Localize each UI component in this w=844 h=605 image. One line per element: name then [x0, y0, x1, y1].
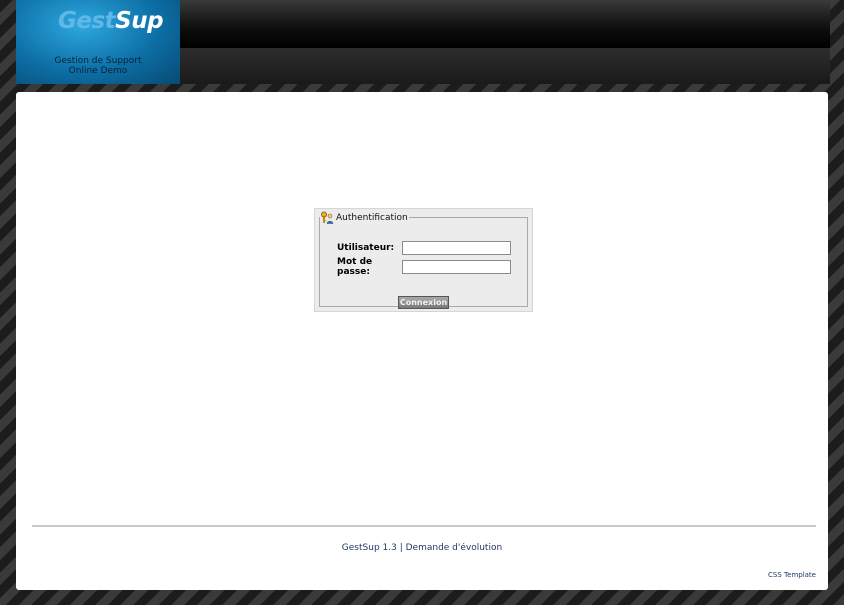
logo-title-sup: Sup [115, 8, 164, 34]
footer: GestSup 1.3 | Demande d'évolution [16, 543, 828, 553]
user-label: Utilisateur: [337, 243, 395, 253]
connexion-button[interactable]: Connexion [398, 296, 449, 309]
logo-subtitle: Gestion de Support Online Demo [16, 56, 180, 76]
auth-legend-text: Authentification [336, 212, 408, 223]
logo-title: GestSup [58, 8, 164, 34]
content-panel: Authentification Utilisateur: Mot de pas… [16, 92, 828, 590]
auth-fieldset: Authentification Utilisateur: Mot de pas… [319, 211, 528, 309]
password-row: Mot de passe: [337, 257, 511, 277]
logo-title-gest: Gest [58, 8, 116, 34]
header-bar [180, 0, 830, 48]
password-label: Mot de passe: [337, 257, 373, 277]
logo[interactable]: GestSup Gestion de Support Online Demo [16, 0, 180, 84]
keys-user-icon [320, 211, 334, 224]
user-row: Utilisateur: [337, 241, 511, 255]
auth-legend: Authentification [320, 211, 409, 224]
footer-version: GestSup 1.3 [341, 543, 397, 553]
password-input[interactable] [402, 260, 511, 274]
logo-subtitle-line1: Gestion de Support [54, 56, 142, 66]
header-nav-bar [180, 48, 830, 84]
css-template-link[interactable]: CSS Template [768, 571, 816, 579]
login-box: Authentification Utilisateur: Mot de pas… [314, 208, 533, 312]
footer-divider [32, 525, 816, 527]
logo-subtitle-line2: Online Demo [68, 66, 128, 76]
footer-separator: | [396, 543, 406, 553]
feature-request-link[interactable]: Demande d'évolution [406, 543, 503, 553]
username-input[interactable] [402, 241, 511, 255]
